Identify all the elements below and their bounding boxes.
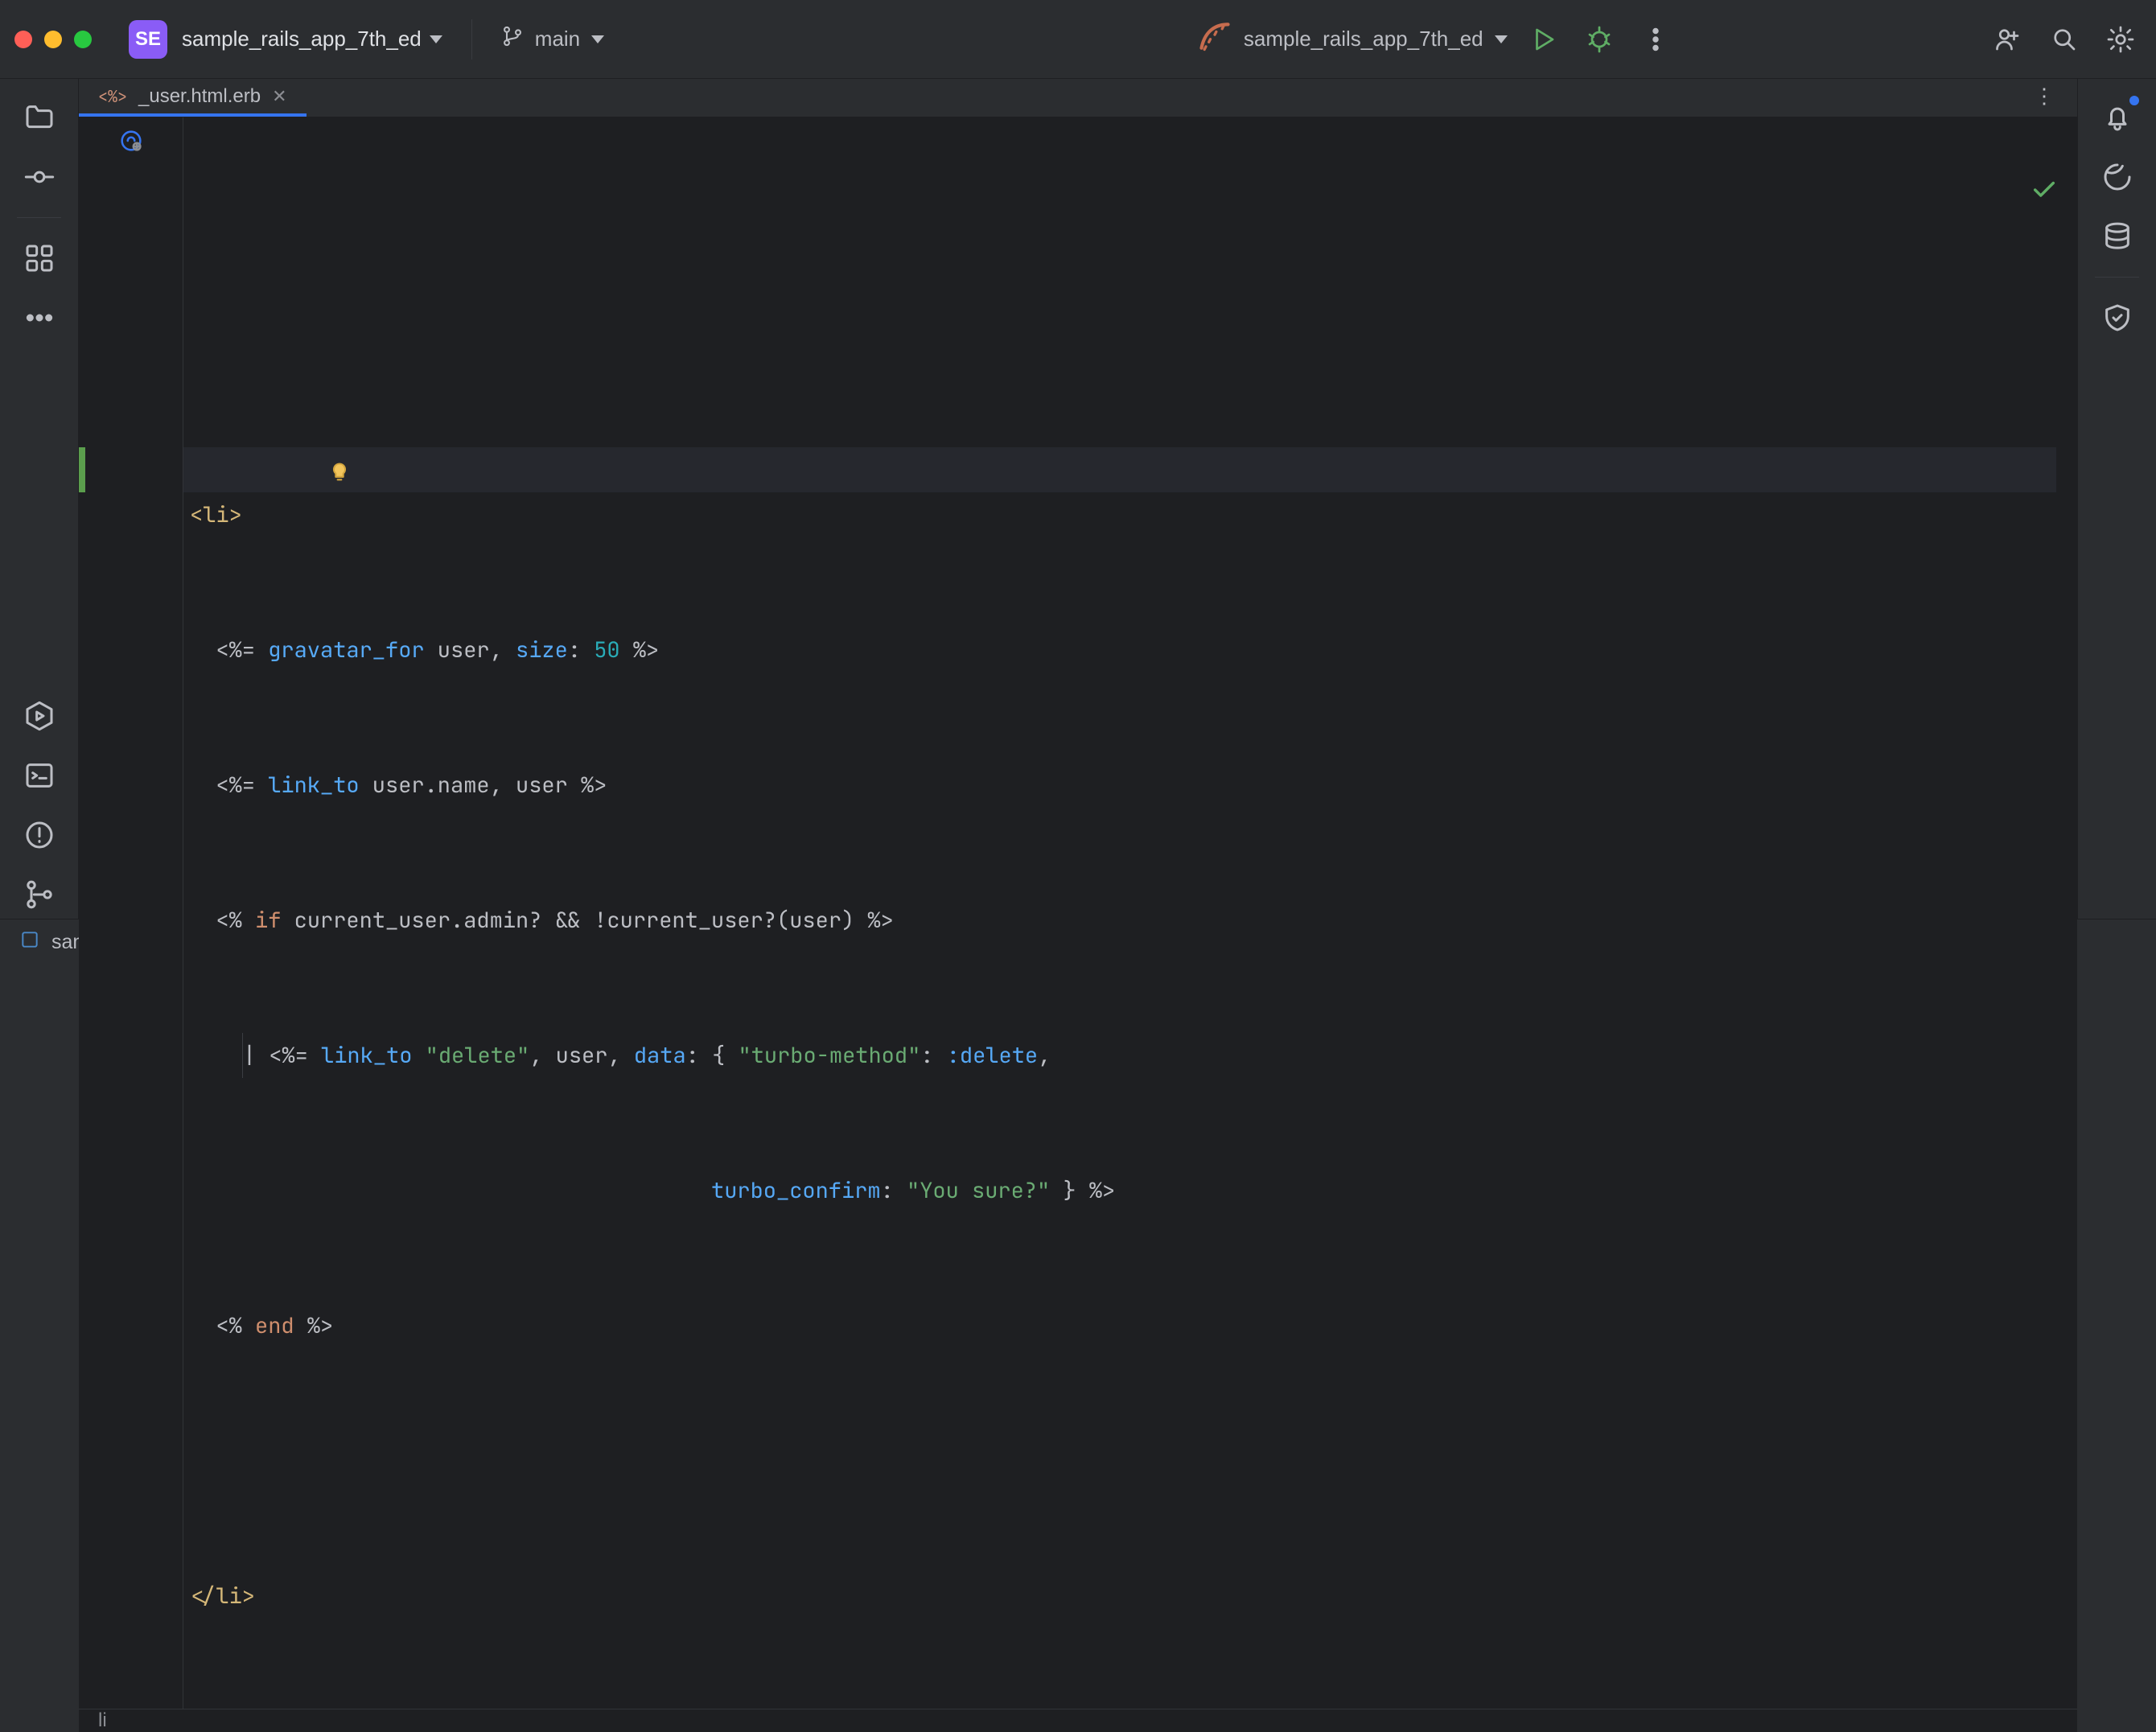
tab-file-name: _user.html.erb	[138, 85, 261, 108]
run-tool-button[interactable]	[15, 692, 64, 740]
change-marker	[79, 447, 85, 492]
editor-tab-active[interactable]: <%> _user.html.erb ✕	[79, 79, 307, 117]
more-run-options-button[interactable]	[1635, 19, 1677, 60]
code-line: | <%= link_to "delete", user, data: { "t…	[190, 1033, 2077, 1078]
code-line	[190, 1438, 2077, 1483]
vcs-branch-selector[interactable]: main	[501, 25, 604, 53]
ai-assistant-tool-button[interactable]	[2093, 153, 2142, 201]
title-bar: SE sample_rails_app_7th_ed main sample_r…	[0, 0, 2156, 79]
code-with-me-button[interactable]	[1987, 19, 2029, 60]
run-button[interactable]	[1522, 19, 1564, 60]
commit-tool-button[interactable]	[15, 153, 64, 201]
intention-bulb-icon[interactable]	[198, 409, 220, 431]
code-line: <%= link_to user.name, user %>	[190, 763, 2077, 808]
problems-tool-button[interactable]	[15, 811, 64, 859]
left-tool-strip	[0, 79, 79, 919]
editor-context-bar[interactable]: li	[79, 1709, 2077, 1732]
database-tool-button[interactable]	[2093, 212, 2142, 261]
tab-options-button[interactable]: ⋮	[2026, 79, 2063, 113]
editor-gutter	[79, 117, 183, 1709]
context-element: li	[98, 1709, 107, 1732]
editor-area: <%> _user.html.erb ✕ ⋮	[79, 79, 2077, 919]
project-badge: SE	[129, 20, 167, 59]
code-line: turbo_confirm: "You sure?" } %>	[190, 1168, 2077, 1213]
reader-mode-icon[interactable]	[117, 127, 145, 158]
more-tools-button[interactable]	[15, 294, 64, 342]
debug-button[interactable]	[1578, 19, 1620, 60]
branch-name: main	[535, 27, 580, 51]
run-config-name: sample_rails_app_7th_ed	[1244, 27, 1483, 51]
run-config-selector[interactable]: sample_rails_app_7th_ed	[1197, 19, 1508, 60]
right-tool-strip	[2077, 79, 2156, 919]
settings-button[interactable]	[2100, 19, 2142, 60]
project-name: sample_rails_app_7th_ed	[182, 27, 422, 51]
code-line: <% if current_user.admin? && !current_us…	[190, 898, 2077, 943]
structure-tool-button[interactable]	[15, 234, 64, 282]
shield-tool-button[interactable]	[2093, 294, 2142, 342]
chevron-down-icon	[430, 35, 442, 43]
rails-icon	[1197, 19, 1232, 60]
inspection-ok-icon[interactable]	[1900, 129, 2058, 264]
module-icon	[19, 929, 40, 956]
branch-icon	[501, 25, 524, 53]
version-control-tool-button[interactable]	[15, 870, 64, 919]
editor-tabs: <%> _user.html.erb ✕ ⋮	[79, 79, 2077, 117]
search-everywhere-button[interactable]	[2043, 19, 2085, 60]
project-tool-button[interactable]	[15, 93, 64, 142]
close-tab-button[interactable]: ✕	[272, 86, 286, 107]
code-line: <%= gravatar_for user, size: 50 %>	[190, 627, 2077, 673]
separator	[471, 19, 472, 60]
erb-file-icon: <%>	[98, 86, 127, 107]
code-editor[interactable]: <li> <%= gravatar_for user, size: 50 %> …	[79, 117, 2077, 1709]
chevron-down-icon	[591, 35, 604, 43]
project-selector[interactable]: sample_rails_app_7th_ed	[182, 27, 442, 51]
code-line: </li>	[190, 1574, 2077, 1619]
notifications-tool-button[interactable]	[2093, 93, 2142, 142]
terminal-tool-button[interactable]	[15, 751, 64, 800]
window-controls	[14, 31, 92, 48]
code-line: <% end %>	[190, 1303, 2077, 1348]
close-window-button[interactable]	[14, 31, 32, 48]
zoom-window-button[interactable]	[74, 31, 92, 48]
chevron-down-icon	[1495, 35, 1508, 43]
minimize-window-button[interactable]	[44, 31, 62, 48]
code-line: <li>	[190, 492, 2077, 537]
caret-line-highlight	[183, 447, 2056, 492]
